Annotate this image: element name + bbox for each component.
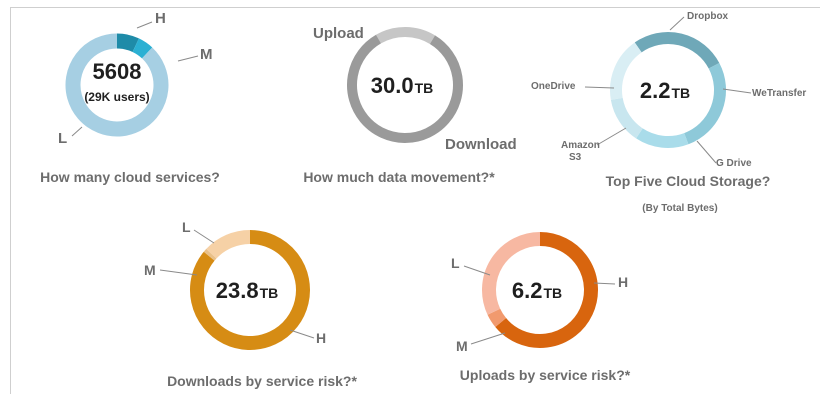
slice-h[interactable] [116,33,139,53]
slice-m[interactable] [487,308,507,327]
slice-wetransfer[interactable] [683,62,726,145]
donut-chart-4: L M H 23.8TB Downloads by service risk?* [144,219,357,389]
slice-label: Upload [313,25,364,42]
slice-amazon-s3[interactable] [610,97,643,139]
slice-label: H [155,10,166,27]
slice-g-drive[interactable] [636,128,689,148]
chart-caption: Downloads by service risk?* [167,373,357,389]
leader-line [159,269,198,276]
slice-label: M [200,46,213,63]
center-value: 6.2TB [512,278,562,303]
slice-l[interactable] [203,248,217,261]
slice-dropbox[interactable] [634,32,720,69]
leader-line [193,229,215,244]
donut-chart-5: L M H 6.2TB Uploads by service risk?* [451,232,631,383]
donut-chart-2: Upload Download 30.0TB How much data moveme… [303,25,516,185]
slice-label: Download [445,136,517,153]
leader-line [596,127,627,146]
center-value: 5608 [93,59,142,84]
slice-onedrive[interactable] [610,42,642,100]
leader-line [289,329,315,339]
slice-label: M [456,338,468,354]
leader-line [71,126,83,137]
slice-label: L [182,219,191,235]
chart-subcaption: (By Total Bytes) [642,203,717,214]
chart-caption: How much data movement?* [303,169,495,185]
donut-charts: H M L 5608 (29K users) How many cloud service… [40,10,806,389]
slice-label: H [316,330,326,346]
center-subvalue: (29K users) [84,90,149,104]
chart-caption: Top Five Cloud Storage? [606,173,771,189]
slice-label: G Drive [716,158,752,169]
slice-upload[interactable] [376,27,436,45]
chart-caption: How many cloud services? [40,169,220,185]
leader-line [177,55,199,62]
slice-label: Amazon [561,140,600,151]
leader-line [696,140,717,164]
slice-label: Dropbox [687,11,729,22]
donut-chart-1: H M L 5608 (29K users) How many cloud service… [40,10,220,185]
donut-chart-3: Dropbox WeTransfer G Drive AmazonS3 OneDrive… [531,11,806,214]
leader-line [669,16,685,31]
chart-caption: Uploads by service risk?* [460,367,631,383]
slice-label: WeTransfer [752,88,806,99]
leader-line [136,21,153,29]
leader-line [584,86,615,89]
slice-label: H [618,274,628,290]
slice-label: M [144,262,156,278]
slice-m[interactable] [206,230,251,259]
dashboard: H M L 5608 (29K users) How many cloud service… [0,0,829,394]
slice-label: L [58,130,67,147]
center-value: 2.2TB [640,78,690,103]
slice-label: L [451,255,460,271]
leader-line [722,88,752,94]
center-value: 23.8TB [216,278,279,303]
slice-m[interactable] [132,38,153,59]
slice-label: OneDrive [531,81,576,92]
slice-l[interactable] [65,33,169,137]
slice-label: S3 [569,152,582,163]
leader-line [470,332,506,345]
center-value: 30.0TB [371,73,434,98]
